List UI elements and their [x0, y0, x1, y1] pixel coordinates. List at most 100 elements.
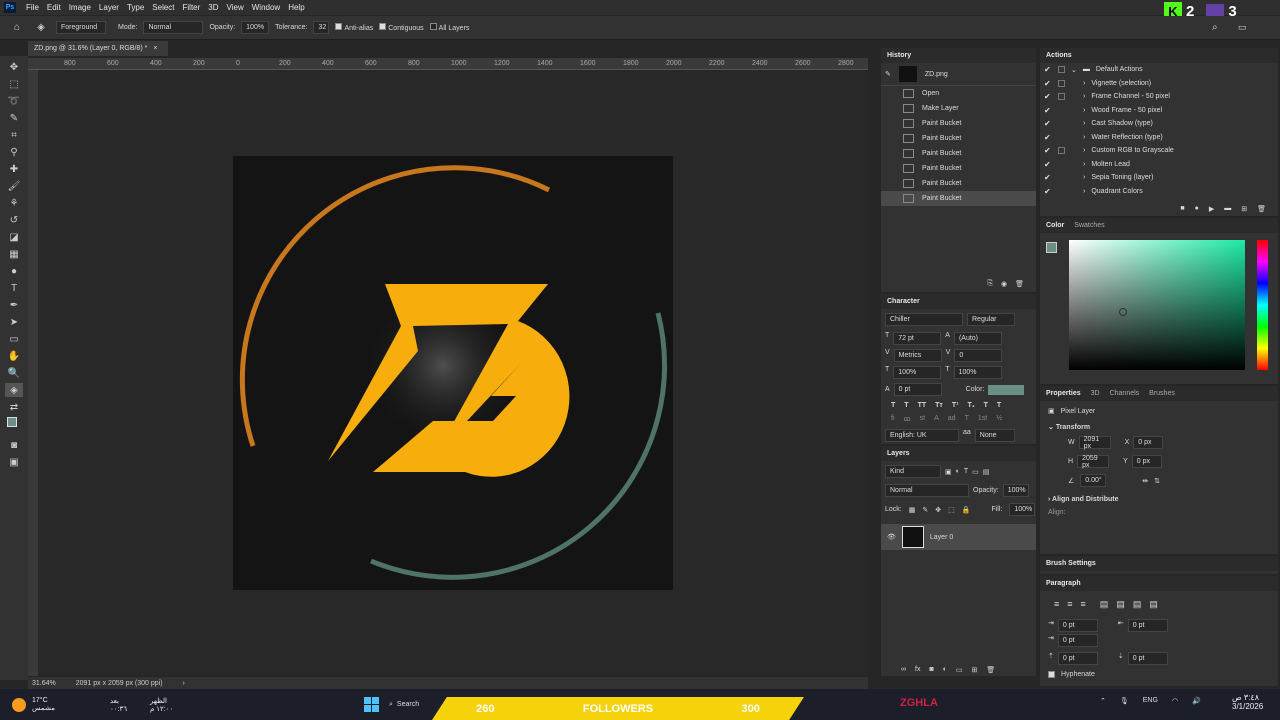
chevron-right-icon[interactable]: › — [1083, 93, 1085, 100]
new-document-icon[interactable]: ⎘ — [987, 280, 993, 288]
layer-opacity-input[interactable]: 100% — [1002, 484, 1029, 497]
hand-tool-icon[interactable]: ✋ — [5, 349, 23, 363]
eye-icon[interactable]: 👁 — [887, 533, 896, 541]
brush-settings-header[interactable]: Brush Settings — [1040, 556, 1278, 571]
antialias-checkbox[interactable]: Anti-alias — [335, 23, 373, 32]
align-section[interactable]: › Align and Distribute — [1040, 490, 1278, 509]
check-icon[interactable]: ✔ — [1044, 106, 1052, 115]
camera-icon[interactable]: ◉ — [1001, 280, 1007, 288]
indent-left-input[interactable]: 0 pt — [1057, 619, 1098, 632]
mask-icon[interactable]: ◙ — [929, 666, 933, 674]
ligatures-icon[interactable]: fi — [891, 415, 895, 423]
kerning-input[interactable]: Metrics — [893, 349, 942, 362]
mic-icon[interactable]: 🎙 — [1120, 697, 1129, 705]
prayer-widget-2[interactable]: الظهر ١٢:٠٠ م — [150, 697, 210, 713]
tab-properties[interactable]: Properties — [1046, 390, 1081, 397]
justify-center-icon[interactable]: ▤ — [1116, 599, 1125, 610]
tab-3d[interactable]: 3D — [1091, 390, 1100, 397]
check-icon[interactable]: ✔ — [1044, 65, 1052, 74]
menu-help[interactable]: Help — [284, 3, 308, 12]
weather-widget[interactable]: 17°C مشمس — [0, 697, 110, 712]
color-picker-field[interactable] — [1069, 240, 1245, 370]
layer-filter-select[interactable]: Kind — [885, 465, 941, 478]
play-icon[interactable]: ▶ — [1209, 205, 1214, 213]
chevron-right-icon[interactable]: › — [1083, 188, 1085, 195]
justify-right-icon[interactable]: ▤ — [1133, 599, 1142, 610]
menu-filter[interactable]: Filter — [179, 3, 205, 12]
check-icon[interactable]: ✔ — [1044, 133, 1052, 142]
tab-color[interactable]: Color — [1046, 222, 1064, 229]
type-tool-icon[interactable]: T — [5, 281, 23, 295]
wifi-icon[interactable]: ◠ — [1172, 697, 1178, 705]
ordinal-icon[interactable]: T — [965, 415, 969, 423]
menu-file[interactable]: File — [22, 3, 43, 12]
action-row[interactable]: ✔ › Frame Channel - 50 pixel — [1040, 90, 1278, 104]
align-right-icon[interactable]: ≡ — [1081, 599, 1086, 610]
menu-image[interactable]: Image — [65, 3, 95, 12]
zoom-readout[interactable]: 31.64% — [32, 680, 56, 687]
old-style-icon[interactable]: ꝏ — [904, 415, 911, 423]
leading-input[interactable]: (Auto) — [953, 332, 1002, 345]
width-input[interactable]: 2091 px — [1078, 436, 1111, 450]
fx-icon[interactable]: fx — [915, 666, 920, 674]
lock-pixels-icon[interactable]: ▦ — [909, 506, 916, 514]
quick-select-tool-icon[interactable]: ✎ — [5, 111, 23, 125]
filter-smart-icon[interactable]: ▤ — [983, 468, 990, 476]
layer-name[interactable]: Layer 0 — [930, 534, 953, 541]
dialog-toggle[interactable] — [1058, 66, 1065, 74]
home-icon[interactable]: ⌂ — [8, 21, 26, 35]
lock-paint-icon[interactable]: ✎ — [922, 506, 928, 514]
history-step[interactable]: Paint Bucket — [881, 131, 1036, 146]
language-indicator[interactable]: ENG — [1143, 697, 1158, 705]
chevron-right-icon[interactable]: › — [1083, 80, 1085, 87]
filter-adjust-icon[interactable]: ◐ — [956, 468, 960, 475]
tolerance-input[interactable]: 32 — [313, 21, 330, 34]
check-icon[interactable]: ✔ — [1044, 173, 1052, 182]
new-layer-icon[interactable]: ⊞ — [972, 666, 978, 674]
baseline-input[interactable]: 0 pt — [893, 383, 942, 396]
titling-icon[interactable]: ad — [948, 415, 956, 423]
action-row[interactable]: ✔ › Sepia Toning (layer) — [1040, 171, 1278, 185]
fraction-icon[interactable]: 1st — [978, 415, 987, 423]
check-icon[interactable]: ✔ — [1044, 79, 1052, 88]
document-tab[interactable]: ZD.png @ 31.6% (Layer 0, RGB/8) * × — [28, 41, 168, 56]
action-row[interactable]: ✔ › Molten Lead — [1040, 158, 1278, 172]
history-snapshot[interactable]: ✎ ZD.png — [881, 63, 1036, 85]
layer-row[interactable]: 👁 Layer 0 — [881, 524, 1036, 550]
quick-mask-icon[interactable]: ◙ — [5, 438, 23, 452]
menu-layer[interactable]: Layer — [95, 3, 123, 12]
align-left-icon[interactable]: ≡ — [1054, 599, 1059, 610]
stamp-tool-icon[interactable]: ⚘ — [5, 196, 23, 210]
screen-mode-icon[interactable]: ▣ — [5, 455, 23, 469]
chevron-right-icon[interactable]: › — [1083, 120, 1085, 127]
lock-move-icon[interactable]: ✥ — [935, 506, 941, 514]
foreground-color[interactable] — [7, 417, 17, 427]
color-picker-cursor[interactable] — [1119, 308, 1127, 316]
eraser-tool-icon[interactable]: ◪ — [5, 230, 23, 244]
action-row[interactable]: ✔ › Quadrant Colors — [1040, 185, 1278, 199]
antialias-select[interactable]: None — [974, 429, 1015, 442]
stop-icon[interactable]: ■ — [1180, 205, 1184, 213]
chevron-down-icon[interactable]: ⌄ — [1071, 66, 1077, 74]
adjustment-icon[interactable]: ◐ — [943, 666, 947, 674]
opacity-input[interactable]: 100% — [241, 21, 270, 34]
eyedropper-tool-icon[interactable]: ⚲ — [5, 145, 23, 159]
filter-type-icon[interactable]: T — [964, 468, 968, 475]
justify-all-icon[interactable]: ▤ — [1149, 599, 1158, 610]
workspace-icon[interactable]: ▭ — [1238, 22, 1247, 33]
chevron-right-icon[interactable]: › — [1083, 147, 1085, 154]
hyphenate-checkbox[interactable] — [1048, 671, 1055, 678]
chevron-right-icon[interactable]: › — [1083, 107, 1085, 114]
history-step[interactable]: Open — [881, 86, 1036, 101]
tab-brushes[interactable]: Brushes — [1149, 390, 1175, 397]
chevron-right-icon[interactable]: › — [1083, 134, 1085, 141]
windows-start-icon[interactable] — [364, 697, 379, 712]
link-icon[interactable]: ∞ — [901, 666, 906, 674]
pen-tool-icon[interactable]: ✒ — [5, 298, 23, 312]
menu-type[interactable]: Type — [123, 3, 148, 12]
menu-view[interactable]: View — [223, 3, 248, 12]
prayer-widget-1[interactable]: بعد ٠٠:٣٦ — [110, 697, 150, 713]
menu-window[interactable]: Window — [248, 3, 284, 12]
hue-slider[interactable] — [1257, 240, 1268, 370]
subscript-icon[interactable]: T₁ — [967, 402, 974, 409]
